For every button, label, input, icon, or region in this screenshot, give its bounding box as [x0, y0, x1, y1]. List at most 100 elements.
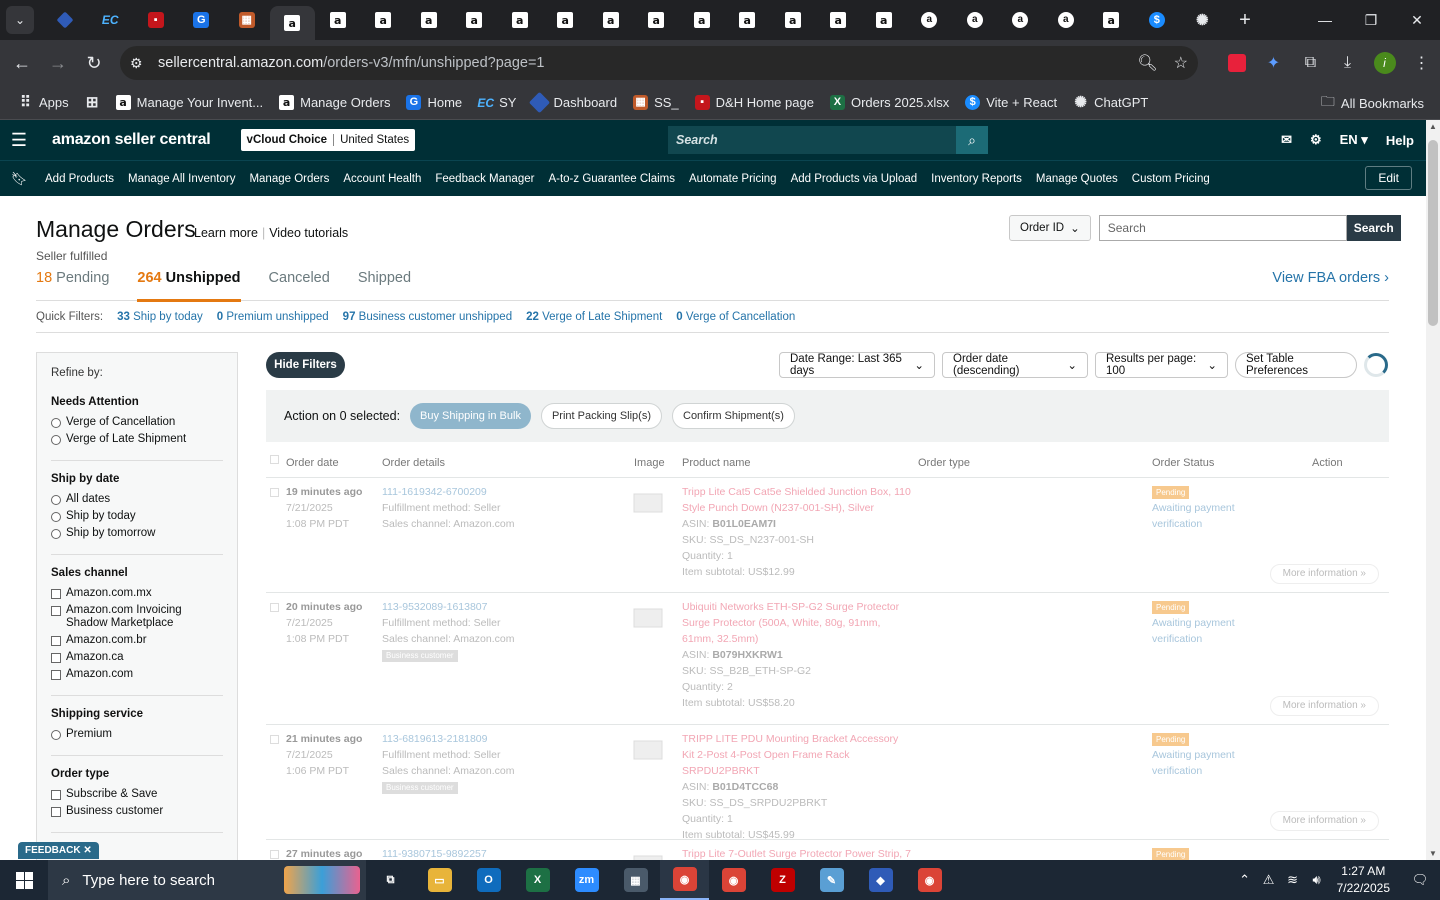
tab-pending[interactable]: 18 Pending	[36, 270, 109, 301]
seller-central-logo[interactable]: amazon seller central	[52, 131, 211, 149]
nav-link[interactable]: Add Products	[38, 173, 121, 185]
filter-option[interactable]: Amazon.com.mx	[51, 587, 223, 600]
browser-tab[interactable]: a	[634, 0, 680, 40]
browser-tab[interactable]: $	[1134, 0, 1180, 40]
bookmark-item[interactable]: ▪ D&H Home page	[687, 89, 822, 117]
product-name-link[interactable]: Ubiquiti Networks ETH-SP-G2 Surge Protec…	[682, 599, 912, 647]
browser-tab[interactable]: a	[452, 0, 498, 40]
filter-option[interactable]: Verge of Late Shipment	[51, 433, 223, 446]
tab-unshipped[interactable]: 264 Unshipped	[137, 270, 241, 302]
volume-icon[interactable]: 🔊︎	[1305, 872, 1329, 888]
select-all-checkbox[interactable]	[270, 455, 279, 464]
browser-tab[interactable]: a	[1089, 0, 1135, 40]
radio-button[interactable]	[51, 418, 61, 428]
filter-option[interactable]: Ship by today	[51, 510, 223, 523]
bookmark-item[interactable]: X Orders 2025.xlsx	[822, 89, 957, 117]
taskbar-app[interactable]: O	[464, 860, 513, 900]
table-preferences-button[interactable]: Set Table Preferences	[1235, 352, 1357, 378]
status-note[interactable]: Awaiting payment verification	[1152, 615, 1242, 647]
order-search-input[interactable]	[1098, 215, 1347, 241]
taskbar-app[interactable]: ▭	[415, 860, 464, 900]
filter-option[interactable]: Ship by tomorrow	[51, 527, 223, 540]
bookmark-pin-icon[interactable]: 🔖︎	[0, 171, 38, 187]
scroll-down-icon[interactable]: ▼	[1429, 849, 1437, 858]
extensions-puzzle-icon[interactable]: ⧉	[1292, 54, 1329, 72]
radio-button[interactable]	[51, 529, 61, 539]
edit-nav-button[interactable]: Edit	[1365, 166, 1412, 190]
browser-tab[interactable]: a	[269, 6, 315, 40]
browser-tab[interactable]: a	[361, 0, 407, 40]
tab-canceled[interactable]: Canceled	[269, 270, 330, 301]
bookmark-item[interactable]: ⠿ Apps	[10, 89, 77, 117]
checkbox[interactable]	[51, 653, 61, 663]
help-link[interactable]: Help	[1386, 133, 1414, 148]
checkbox[interactable]	[51, 790, 61, 800]
radio-button[interactable]	[51, 512, 61, 522]
browser-tab[interactable]: a	[725, 0, 771, 40]
browser-tab[interactable]: a	[543, 0, 589, 40]
browser-tab[interactable]: a	[998, 0, 1044, 40]
bookmark-item[interactable]: ▦ SS_	[625, 89, 687, 117]
taskbar-app[interactable]: Z	[758, 860, 807, 900]
browser-tab[interactable]: a	[907, 0, 953, 40]
restore-icon[interactable]: ❐	[1348, 0, 1394, 40]
browser-tab[interactable]: EC	[88, 0, 134, 40]
quick-filter-link[interactable]: 22 Verge of Late Shipment	[526, 311, 662, 332]
order-id-link[interactable]: 111-1619342-6700209	[382, 484, 515, 500]
reload-icon[interactable]: ↻	[76, 45, 112, 81]
browser-tab[interactable]: ▪	[133, 0, 179, 40]
filter-option[interactable]: Amazon.ca	[51, 651, 223, 664]
close-icon[interactable]: ✕	[1394, 0, 1440, 40]
tray-chevron-up-icon[interactable]: ⌃	[1233, 872, 1257, 888]
product-name-link[interactable]: Tripp Lite Cat5 Cat5e Shielded Junction …	[682, 484, 912, 516]
menu-kebab-icon[interactable]: ⋮	[1403, 53, 1440, 73]
radio-button[interactable]	[51, 435, 61, 445]
tab-search-chevron-icon[interactable]: ⌄	[6, 6, 34, 34]
tray-network-alert-icon[interactable]: ⚠︎	[1257, 872, 1281, 888]
blue-extension-icon[interactable]: ✦	[1255, 53, 1292, 73]
confirm-shipment-button[interactable]: Confirm Shipment(s)	[672, 403, 795, 429]
more-information-button[interactable]: More information »	[1269, 564, 1379, 584]
taskbar-app[interactable]: X	[513, 860, 562, 900]
filter-option[interactable]: Verge of Cancellation	[51, 416, 223, 429]
url-text[interactable]: sellercentral.amazon.com/orders-v3/mfn/u…	[158, 55, 545, 71]
browser-tab[interactable]: a	[861, 0, 907, 40]
bookmark-item[interactable]: a Manage Orders	[271, 89, 398, 117]
settings-gear-icon[interactable]: ⚙	[1310, 132, 1322, 148]
filter-option[interactable]: All dates	[51, 493, 223, 506]
nav-link[interactable]: Inventory Reports	[924, 173, 1029, 185]
browser-tab[interactable]: a	[497, 0, 543, 40]
feedback-tab[interactable]: FEEDBACK ✕	[18, 842, 99, 859]
status-note[interactable]: Awaiting payment verification	[1152, 747, 1242, 779]
header-search-input[interactable]	[668, 126, 956, 154]
order-search-button[interactable]: Search	[1346, 215, 1401, 241]
taskbar-search-box[interactable]: ⌕ Type here to search	[48, 860, 366, 900]
browser-tab[interactable]: a	[770, 0, 816, 40]
pdf-extension-icon[interactable]	[1218, 54, 1255, 72]
filter-option[interactable]: Amazon.com Invoicing Shadow Marketplace	[51, 604, 223, 630]
browser-tab[interactable]	[42, 0, 88, 40]
checkbox[interactable]	[51, 636, 61, 646]
address-bar[interactable]: ⚙ sellercentral.amazon.com/orders-v3/mfn…	[120, 46, 1198, 80]
hamburger-menu-icon[interactable]: ☰	[0, 130, 38, 151]
notifications-icon[interactable]: 🗨︎	[1400, 872, 1440, 888]
nav-link[interactable]: Automate Pricing	[682, 173, 784, 185]
taskbar-app[interactable]: ✎	[807, 860, 856, 900]
more-information-button[interactable]: More information »	[1269, 811, 1379, 831]
browser-tab[interactable]: a	[406, 0, 452, 40]
nav-link[interactable]: Add Products via Upload	[784, 173, 925, 185]
buy-shipping-bulk-button[interactable]: Buy Shipping in Bulk	[410, 403, 531, 429]
taskbar-app[interactable]: ⧉	[366, 860, 415, 900]
date-range-select[interactable]: Date Range: Last 365 days ⌄	[779, 352, 935, 378]
filter-option[interactable]: Amazon.com	[51, 668, 223, 681]
more-information-button[interactable]: More information »	[1269, 696, 1379, 716]
checkbox[interactable]	[51, 606, 61, 616]
taskbar-app[interactable]: ◆	[856, 860, 905, 900]
nav-link[interactable]: Custom Pricing	[1125, 173, 1217, 185]
filter-option[interactable]: Subscribe & Save	[51, 788, 223, 801]
nav-link[interactable]: Feedback Manager	[428, 173, 541, 185]
taskbar-app[interactable]: ▦	[611, 860, 660, 900]
language-selector[interactable]: EN ▾	[1340, 132, 1368, 148]
bookmark-item[interactable]: Dashboard	[524, 89, 625, 117]
bookmark-item[interactable]: ⊞	[77, 89, 108, 117]
